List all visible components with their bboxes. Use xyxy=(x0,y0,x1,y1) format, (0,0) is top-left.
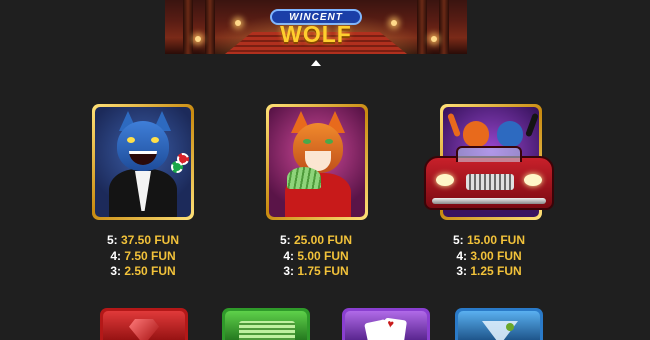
logo-text-bottom: WOLF xyxy=(280,20,352,47)
paytable-wolf: 5: 37.50 FUN 4: 7.50 FUN 3: 2.50 FUN xyxy=(73,233,213,280)
wolf-eye xyxy=(151,137,159,143)
paytable-row: 5: 15.00 FUN xyxy=(419,233,559,249)
lamp-icon xyxy=(391,20,397,26)
match-count: 5: xyxy=(452,233,464,247)
windshield xyxy=(456,146,522,162)
pillar-decoration xyxy=(205,0,215,54)
olive-icon xyxy=(506,323,514,331)
symbol-tile-martini xyxy=(455,308,543,340)
paytable-row: 3: 1.75 FUN xyxy=(246,264,386,280)
paytable-row: 4: 3.00 FUN xyxy=(419,249,559,265)
match-count: 4: xyxy=(283,248,294,263)
symbol-tile-fox xyxy=(266,104,368,220)
payout-amount: 15.00 FUN xyxy=(466,233,526,247)
raised-arm xyxy=(525,112,539,138)
lamp-icon xyxy=(195,36,201,42)
pillar-decoration xyxy=(417,0,427,54)
headlight xyxy=(436,174,454,186)
payout-amount: 5.00 FUN xyxy=(297,248,349,263)
match-count: 3: xyxy=(283,264,294,278)
paytable-row: 5: 25.00 FUN xyxy=(246,233,386,249)
game-banner: WINCENT WOLF xyxy=(165,0,467,54)
cash-fan-icon xyxy=(287,167,321,189)
wolf-passenger xyxy=(497,121,523,147)
collapse-caret-icon[interactable] xyxy=(311,60,321,66)
paytable-row: 3: 1.25 FUN xyxy=(419,264,559,280)
symbol-tile-ruby xyxy=(100,308,188,340)
lamp-icon xyxy=(235,20,241,26)
payout-amount: 7.50 FUN xyxy=(124,248,176,263)
red-car-icon xyxy=(424,146,554,210)
symbol-tile-cash xyxy=(222,308,310,340)
payout-amount: 25.00 FUN xyxy=(293,233,353,247)
wolf-eye xyxy=(127,137,135,143)
match-count: 4: xyxy=(456,248,467,263)
match-count: 3: xyxy=(456,264,467,278)
car-grille xyxy=(466,174,514,190)
fox-eye xyxy=(325,139,333,144)
match-count: 5: xyxy=(106,233,118,247)
payout-amount: 1.75 FUN xyxy=(297,264,349,278)
fox-eye xyxy=(303,139,311,144)
cash-stack-icon xyxy=(239,321,295,340)
poker-chip-icon xyxy=(171,161,183,173)
lamp-icon xyxy=(431,36,437,42)
match-count: 3: xyxy=(110,264,121,278)
pillar-decoration xyxy=(183,0,193,54)
payout-amount: 1.25 FUN xyxy=(470,264,522,278)
fox-passenger xyxy=(463,121,489,147)
playing-cards-icon: ♥ xyxy=(381,317,407,340)
paytable-row: 4: 7.50 FUN xyxy=(73,249,213,265)
paytable-row: 4: 5.00 FUN xyxy=(246,249,386,265)
ruby-icon xyxy=(129,319,159,340)
pillar-decoration xyxy=(439,0,449,54)
symbol-tile-wolf xyxy=(92,104,194,220)
match-count: 5: xyxy=(279,233,291,247)
match-count: 4: xyxy=(110,248,121,263)
payout-amount: 3.00 FUN xyxy=(470,248,522,263)
paytable-fox: 5: 25.00 FUN 4: 5.00 FUN 3: 1.75 FUN xyxy=(246,233,386,280)
paytable-row: 5: 37.50 FUN xyxy=(73,233,213,249)
symbol-tile-cards: ♥ xyxy=(342,308,430,340)
payout-amount: 2.50 FUN xyxy=(124,264,176,278)
paytable-car: 5: 15.00 FUN 4: 3.00 FUN 3: 1.25 FUN xyxy=(419,233,559,280)
raised-arm xyxy=(447,112,461,138)
paytable-row: 3: 2.50 FUN xyxy=(73,264,213,280)
car-bumper xyxy=(432,198,546,204)
headlight xyxy=(524,174,542,186)
payout-amount: 37.50 FUN xyxy=(120,233,180,247)
